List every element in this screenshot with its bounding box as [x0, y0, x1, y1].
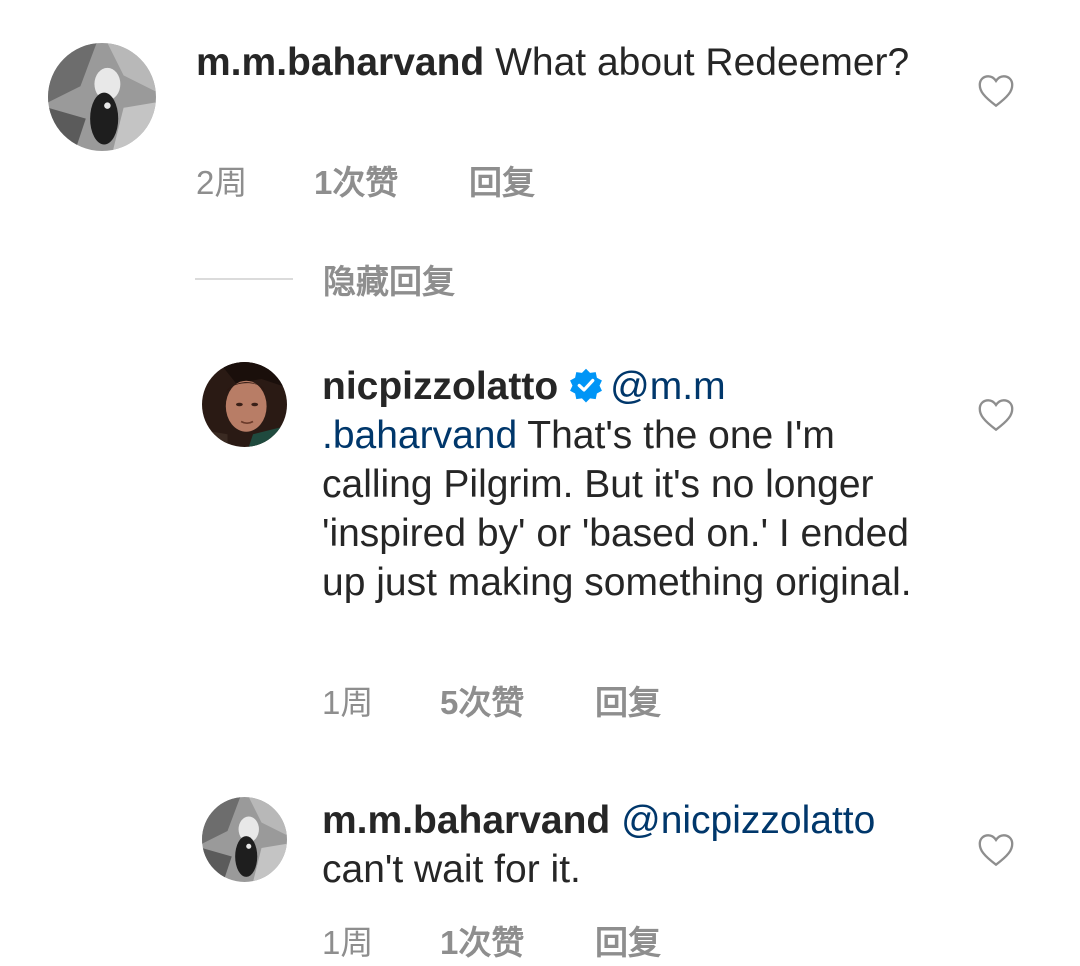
hide-replies-button[interactable]: 隐藏回复 [323, 255, 455, 303]
comment-body: What about Redeemer? [495, 41, 910, 84]
avatar[interactable] [202, 797, 287, 882]
comment-username[interactable]: m.m.baharvand [322, 799, 610, 842]
reply-button[interactable]: 回复 [469, 156, 535, 204]
comment-meta: 2周 1次赞 回复 [196, 156, 535, 204]
comment-mention[interactable]: @nicpizzolatto [621, 799, 875, 842]
avatar-image [202, 362, 287, 447]
comment-username[interactable]: m.m.baharvand [196, 41, 484, 84]
avatar-image [202, 797, 287, 882]
comment-likes[interactable]: 5次赞 [440, 676, 595, 724]
comment-text: m.m.baharvand @nicpizzolatto can't wait … [322, 796, 942, 894]
comment-meta: 1周 1次赞 回复 [322, 916, 661, 964]
avatar-image [48, 43, 156, 151]
like-heart-icon[interactable] [977, 833, 1015, 867]
comment-text: m.m.baharvand What about Redeemer? [196, 38, 936, 87]
verified-badge-icon [570, 368, 603, 403]
hide-replies-row[interactable]: 隐藏回复 [195, 255, 455, 303]
avatar[interactable] [202, 362, 287, 447]
comment-body: can't wait for it. [322, 848, 581, 891]
avatar[interactable] [48, 43, 156, 151]
like-heart-icon[interactable] [977, 74, 1015, 108]
comment-meta: 1周 5次赞 回复 [322, 676, 661, 724]
comment-likes[interactable]: 1次赞 [440, 916, 595, 964]
comment-time: 2周 [196, 164, 248, 201]
comment-text: nicpizzolatto @m.m .baharvand That's the … [322, 362, 922, 607]
comment-username[interactable]: nicpizzolatto [322, 365, 558, 408]
comment-time: 1周 [322, 924, 374, 961]
like-heart-icon[interactable] [977, 398, 1015, 432]
divider-line [195, 278, 293, 280]
reply-button[interactable]: 回复 [595, 916, 661, 964]
comment-time: 1周 [322, 684, 374, 721]
reply-button[interactable]: 回复 [595, 676, 661, 724]
comment-likes[interactable]: 1次赞 [314, 156, 469, 204]
